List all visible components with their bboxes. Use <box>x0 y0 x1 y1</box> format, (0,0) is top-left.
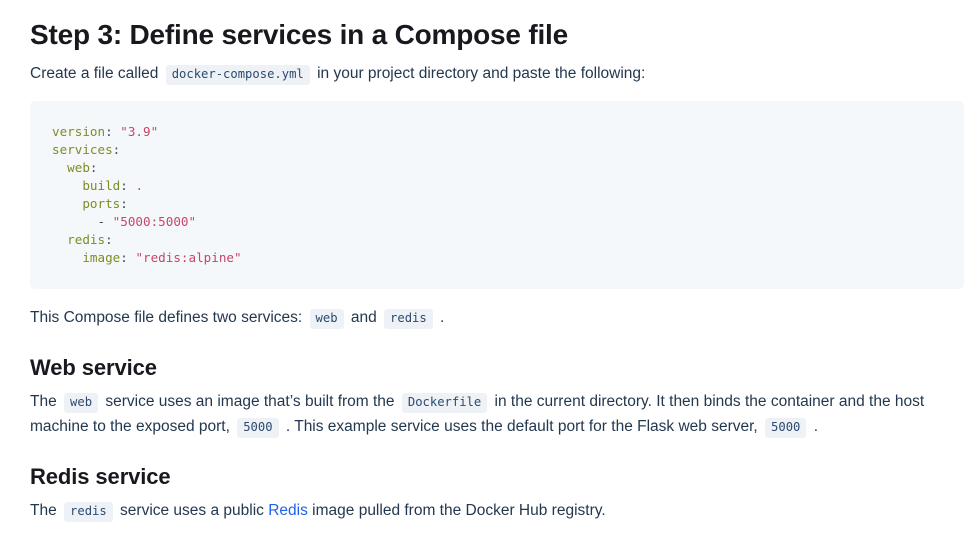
redis-text-3: image pulled from the Docker Hub registr… <box>312 502 606 519</box>
yaml-sep-2: : <box>89 160 98 175</box>
yaml-value-build: . <box>135 178 144 193</box>
web-service-paragraph: The web service uses an image that’s bui… <box>0 389 964 439</box>
yaml-sep-4: : <box>120 196 128 211</box>
inline-code-redis: redis <box>384 309 433 329</box>
redis-text-1: The <box>30 502 57 519</box>
redis-service-paragraph: The redis service uses a public Redis im… <box>0 498 964 523</box>
document-page: Step 3: Define services in a Compose fil… <box>0 0 964 538</box>
code-block-compose-file[interactable]: version: "3.9" services: web: build: . p… <box>30 101 964 289</box>
inline-code-redis-service: redis <box>64 502 113 522</box>
yaml-value-version: "3.9" <box>120 124 159 139</box>
yaml-sep-7: : <box>120 250 136 265</box>
yaml-value-image: "redis:alpine" <box>135 250 242 265</box>
yaml-sep-6: : <box>105 232 113 247</box>
summary-text-after: . <box>440 309 445 326</box>
yaml-key-services: services <box>52 142 113 157</box>
intro-text-after: in your project directory and paste the … <box>317 65 646 82</box>
section-heading-web-service: Web service <box>30 355 157 380</box>
yaml-sep-5: - <box>97 214 113 229</box>
web-text-4: . This example service uses the default … <box>285 418 758 435</box>
summary-text-middle: and <box>350 309 377 326</box>
inline-code-port-5000-exposed: 5000 <box>237 418 279 438</box>
section-heading-redis-service: Redis service <box>30 464 171 489</box>
summary-text-before: This Compose file defines two services: <box>30 309 303 326</box>
code-block-content: version: "3.9" services: web: build: . p… <box>30 123 964 267</box>
yaml-key-ports: ports <box>82 196 121 211</box>
web-text-2: service uses an image that’s built from … <box>105 393 395 410</box>
yaml-key-version: version <box>52 124 106 139</box>
intro-text-before: Create a file called <box>30 65 159 82</box>
redis-text-2: service uses a public <box>120 502 264 519</box>
inline-code-web-service: web <box>64 393 99 413</box>
page-title: Step 3: Define services in a Compose fil… <box>30 19 568 50</box>
web-text-5: . <box>813 418 819 435</box>
inline-code-port-5000-flask: 5000 <box>765 418 807 438</box>
yaml-key-image: image <box>82 250 121 265</box>
summary-paragraph: This Compose file defines two services: … <box>0 305 964 330</box>
inline-code-web: web <box>309 309 344 329</box>
redis-link[interactable]: Redis <box>268 502 308 519</box>
yaml-value-ports-item: "5000:5000" <box>112 214 197 229</box>
yaml-sep-3: : <box>120 178 136 193</box>
intro-paragraph: Create a file called docker-compose.yml … <box>0 61 964 86</box>
yaml-sep-0: : <box>105 124 121 139</box>
yaml-key-web: web <box>67 160 90 175</box>
web-text-1: The <box>30 393 57 410</box>
inline-code-dockerfile: Dockerfile <box>401 393 488 413</box>
yaml-sep-1: : <box>112 142 121 157</box>
yaml-key-build: build <box>82 178 121 193</box>
inline-code-docker-compose-yml: docker-compose.yml <box>165 65 310 85</box>
yaml-key-redis: redis <box>67 232 106 247</box>
